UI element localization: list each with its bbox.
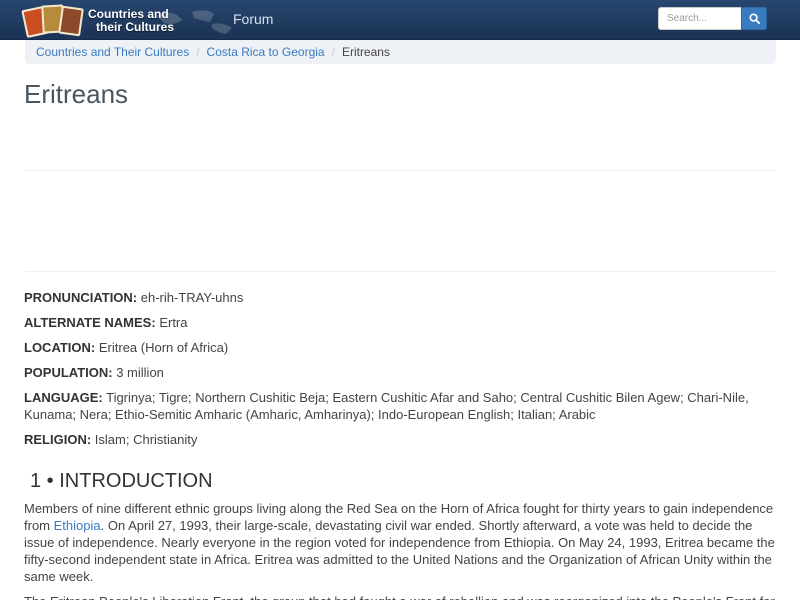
fact-label: RELIGION:	[24, 432, 92, 447]
breadcrumb: Countries and Their Cultures / Costa Ric…	[25, 40, 776, 64]
breadcrumb-current: Eritreans	[341, 45, 390, 59]
fact-value: Eritrea (Horn of Africa)	[98, 340, 229, 355]
logo-tile	[58, 5, 84, 37]
world-map-icon	[157, 10, 232, 34]
fact-location: LOCATION: Eritrea (Horn of Africa)	[24, 339, 776, 356]
nav-forum-link[interactable]: Forum	[233, 11, 273, 27]
divider	[25, 170, 776, 171]
search-form	[658, 7, 767, 30]
fact-label: POPULATION:	[24, 365, 113, 380]
fact-alternate-names: ALTERNATE NAMES: Ertra	[24, 314, 776, 331]
breadcrumb-separator: /	[331, 45, 335, 59]
fact-value: eh-rih-TRAY-uhns	[140, 290, 244, 305]
search-input[interactable]	[658, 7, 741, 30]
intro-paragraph: Members of nine different ethnic groups …	[24, 500, 776, 585]
fact-value: Tigrinya; Tigre; Northern Cushitic Beja;…	[24, 390, 749, 422]
breadcrumb-link-countries[interactable]: Countries and Their Cultures	[36, 45, 189, 59]
fact-value: 3 million	[116, 365, 164, 380]
fact-religion: RELIGION: Islam; Christianity	[24, 431, 776, 448]
fact-population: POPULATION: 3 million	[24, 364, 776, 381]
fact-value: Ertra	[159, 315, 188, 330]
fact-pronunciation: PRONUNCIATION: eh-rih-TRAY-uhns	[24, 289, 776, 306]
site-logo[interactable]: Countries and their Cultures	[21, 2, 232, 40]
fact-value: Islam; Christianity	[94, 432, 198, 447]
section-heading-introduction: 1 • INTRODUCTION	[30, 470, 213, 492]
search-icon	[748, 13, 760, 24]
divider	[25, 271, 776, 272]
search-button[interactable]	[741, 7, 767, 30]
breadcrumb-link-region[interactable]: Costa Rica to Georgia	[207, 45, 325, 59]
fact-label: LOCATION:	[24, 340, 96, 355]
fact-label: LANGUAGE:	[24, 390, 103, 405]
intro-text-end: . On April 27, 1993, their large-scale, …	[24, 518, 775, 584]
ethiopia-link[interactable]: Ethiopia	[54, 518, 101, 533]
next-paragraph: The Eritrean People's Liberation Front, …	[24, 593, 776, 600]
fact-label: ALTERNATE NAMES:	[24, 315, 156, 330]
breadcrumb-separator: /	[196, 45, 200, 59]
page-title: Eritreans	[24, 79, 129, 109]
fact-list: PRONUNCIATION: eh-rih-TRAY-uhns ALTERNAT…	[24, 289, 776, 456]
top-navbar: Countries and their Cultures Forum	[0, 0, 800, 40]
fact-language: LANGUAGE: Tigrinya; Tigre; Northern Cush…	[24, 389, 776, 423]
logo-tiles-icon	[21, 2, 86, 40]
fact-label: PRONUNCIATION:	[24, 290, 138, 305]
